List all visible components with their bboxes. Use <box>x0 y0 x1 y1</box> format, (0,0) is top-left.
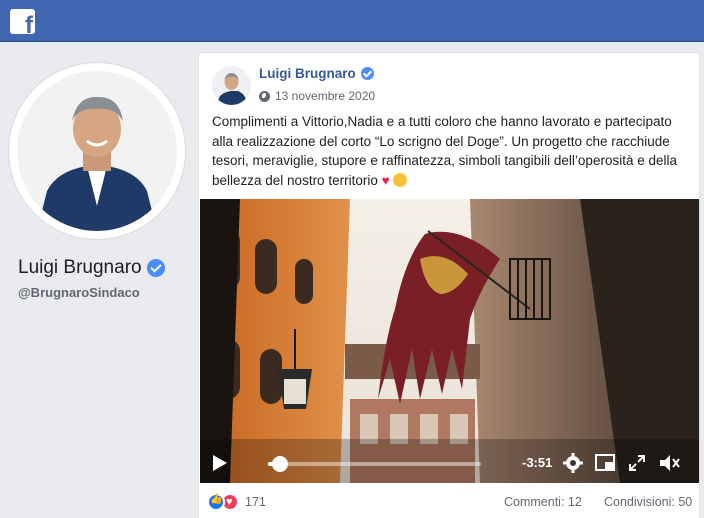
video-frame-image <box>200 199 699 483</box>
verified-badge-icon <box>146 259 165 277</box>
red-heart-icon: ♥ <box>381 172 390 188</box>
shares-count[interactable]: Condivisioni: 50 <box>604 495 692 509</box>
avatar-image <box>212 66 251 105</box>
post-author-avatar[interactable] <box>212 66 251 105</box>
facebook-logo-icon[interactable]: f <box>10 9 35 34</box>
picture-in-picture-icon[interactable] <box>594 452 616 474</box>
reactions-count[interactable]: 171 <box>245 495 266 509</box>
post-author-name[interactable]: Luigi Brugnaro <box>259 66 356 81</box>
seek-bar[interactable] <box>268 462 481 466</box>
post-text: Complimenti a Vittorio,Nadia e a tutti c… <box>212 112 690 190</box>
play-icon[interactable] <box>213 455 227 471</box>
comments-count[interactable]: Commenti: 12 <box>504 495 582 509</box>
post-text-body: Complimenti a Vittorio,Nadia e a tutti c… <box>212 114 677 188</box>
profile-handle[interactable]: @BrugnaroSindaco <box>18 285 140 300</box>
post-date-text[interactable]: 13 novembre 2020 <box>275 89 375 103</box>
profile-picture[interactable] <box>8 62 186 240</box>
profile-name-text[interactable]: Luigi Brugnaro <box>18 257 142 279</box>
video-player[interactable]: -3:51 <box>200 199 699 483</box>
top-bar: f <box>0 0 704 42</box>
post-date[interactable]: 13 novembre 2020 <box>259 89 375 103</box>
verified-badge-icon <box>360 67 374 80</box>
mute-speaker-icon[interactable] <box>658 452 682 474</box>
video-controls: -3:51 <box>200 443 699 483</box>
reactions-summary[interactable]: 171 <box>207 493 266 511</box>
profile-name[interactable]: Luigi Brugnaro <box>18 257 165 279</box>
fullscreen-icon[interactable] <box>626 452 648 474</box>
settings-gear-icon[interactable] <box>562 452 584 474</box>
profile-photo-image <box>17 71 177 231</box>
time-remaining: -3:51 <box>522 455 553 470</box>
post-card: Luigi Brugnaro 13 novembre 2020 Complime… <box>198 52 700 518</box>
clapping-hands-icon <box>393 172 408 187</box>
post-author[interactable]: Luigi Brugnaro <box>259 66 374 81</box>
globe-icon <box>259 90 270 102</box>
seek-handle[interactable] <box>272 456 288 472</box>
like-reaction-icon <box>207 493 225 511</box>
